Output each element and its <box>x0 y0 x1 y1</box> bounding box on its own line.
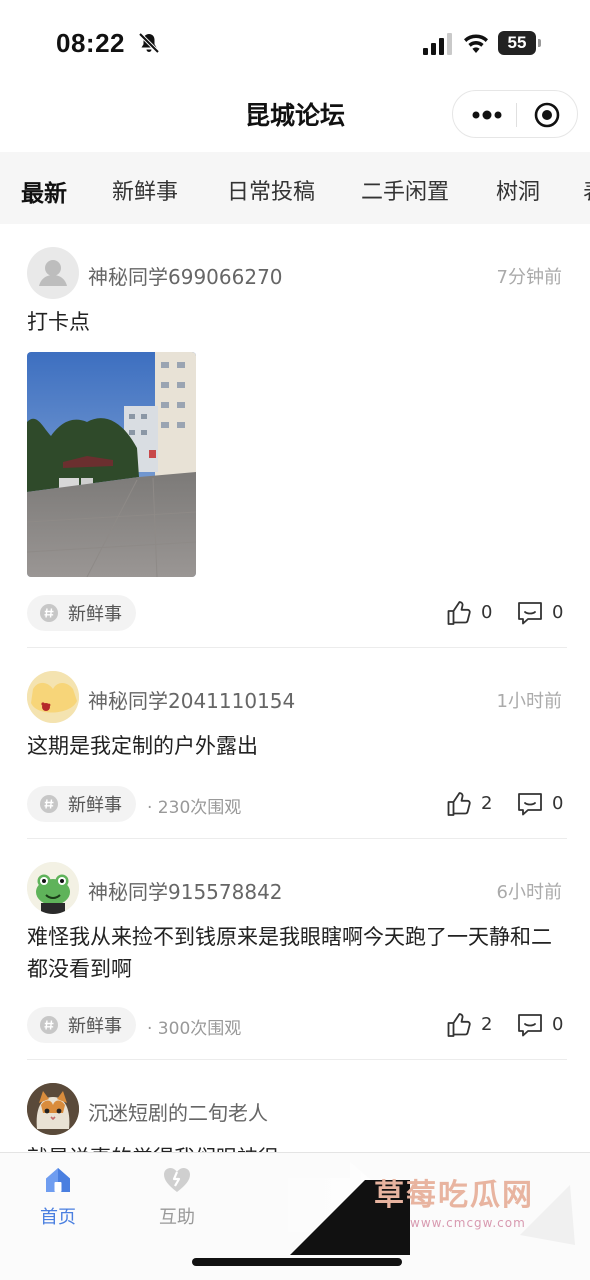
like-count: 2 <box>481 793 493 814</box>
watermark: 草莓吃瓜网 www.cmcgw.com <box>270 1150 590 1265</box>
hashtag-icon <box>40 1016 58 1034</box>
avatar[interactable] <box>27 1083 79 1135</box>
street-photo <box>27 352 196 577</box>
mini-program-capsule <box>452 90 578 138</box>
battery-level: 55 <box>498 31 536 55</box>
tab-latest[interactable]: 最新 <box>21 174 67 208</box>
watermark-title: 草莓吃瓜网 <box>374 1178 534 1213</box>
tab-news[interactable]: 新鲜事 <box>112 174 178 206</box>
post-item[interactable]: 神秘同学699066270 7分钟前 打卡点 新鲜事 0 0 <box>0 224 590 648</box>
tabbar-help-label: 互助 <box>159 1207 195 1228</box>
tab-treehole[interactable]: 树洞 <box>496 174 540 206</box>
post-feed: 神秘同学699066270 7分钟前 打卡点 新鲜事 0 0 神秘同学20411… <box>0 224 590 1154</box>
capsule-divider <box>516 103 517 127</box>
tab-more[interactable]: 表 <box>583 174 590 206</box>
post-content[interactable]: 这期是我定制的户外露出 <box>27 730 567 762</box>
topic-tag-label: 新鲜事 <box>68 1016 122 1037</box>
watermark-url: www.cmcgw.com <box>410 1216 526 1230</box>
topic-tag[interactable]: 新鲜事 <box>27 786 136 822</box>
topic-tag-label: 新鲜事 <box>68 795 122 816</box>
avatar[interactable] <box>27 862 79 914</box>
wifi-icon <box>464 34 488 53</box>
author-name[interactable]: 神秘同学2041110154 <box>88 685 295 714</box>
help-heart-icon <box>164 1168 190 1192</box>
tab-second-hand[interactable]: 二手闲置 <box>361 174 449 206</box>
comment-icon[interactable] <box>517 792 543 816</box>
comment-count: 0 <box>552 1014 564 1035</box>
more-dots-icon[interactable] <box>467 103 507 127</box>
post-content[interactable]: 难怪我从来捡不到钱原来是我眼瞎啊今天跑了一天静和二都没看到啊 <box>27 921 567 985</box>
thumbs-up-icon[interactable] <box>446 791 472 817</box>
tab-daily-post[interactable]: 日常投稿 <box>227 174 315 206</box>
comment-count: 0 <box>552 602 564 623</box>
like-count: 0 <box>481 602 493 623</box>
comment-icon[interactable] <box>517 1013 543 1037</box>
author-name[interactable]: 神秘同学699066270 <box>88 261 283 290</box>
thumbs-up-icon[interactable] <box>446 1012 472 1038</box>
like-count: 2 <box>481 1014 493 1035</box>
post-item[interactable]: 神秘同学2041110154 1小时前 这期是我定制的户外露出 新鲜事 · 23… <box>0 648 590 839</box>
comment-icon[interactable] <box>517 601 543 625</box>
post-time: 7分钟前 <box>496 267 562 288</box>
hashtag-icon <box>40 795 58 813</box>
post-time: 1小时前 <box>496 691 562 712</box>
tabbar-home[interactable]: 首页 <box>13 1161 103 1231</box>
default-user-icon <box>39 260 67 286</box>
hashtag-icon <box>40 604 58 622</box>
close-target-icon[interactable] <box>533 101 561 129</box>
avatar[interactable] <box>27 671 79 723</box>
author-name[interactable]: 神秘同学915578842 <box>88 876 283 905</box>
tabbar-help[interactable]: 互助 <box>132 1161 222 1231</box>
home-indicator <box>192 1258 402 1266</box>
bell-muted-icon <box>138 32 160 54</box>
category-tabs: 最新 新鲜事 日常投稿 二手闲置 树洞 表 <box>0 152 590 224</box>
topic-tag[interactable]: 新鲜事 <box>27 595 136 631</box>
home-icon <box>46 1168 70 1192</box>
post-content[interactable]: 打卡点 <box>27 306 567 338</box>
thumbs-up-icon[interactable] <box>446 600 472 626</box>
status-time: 08:22 <box>56 28 125 58</box>
avatar[interactable] <box>27 247 79 299</box>
signal-icon <box>423 33 452 55</box>
battery-icon: 55 <box>498 31 542 55</box>
cat-avatar-image <box>27 1083 79 1135</box>
author-name[interactable]: 沉迷短剧的二旬老人 <box>88 1097 268 1126</box>
view-count: · 230次围观 <box>147 798 242 818</box>
post-item[interactable]: 神秘同学915578842 6小时前 难怪我从来捡不到钱原来是我眼瞎啊今天跑了一… <box>0 839 590 1060</box>
nav-bar: 昆城论坛 <box>0 84 590 150</box>
post-time: 6小时前 <box>496 882 562 903</box>
post-item[interactable]: 沉迷短剧的二旬老人 就是说事的觉得我们眼神很 <box>0 1060 590 1154</box>
post-image[interactable] <box>27 352 196 577</box>
topic-tag[interactable]: 新鲜事 <box>27 1007 136 1043</box>
topic-tag-label: 新鲜事 <box>68 604 122 625</box>
tabbar-home-label: 首页 <box>40 1207 76 1228</box>
view-count: · 300次围观 <box>147 1019 242 1039</box>
comment-count: 0 <box>552 793 564 814</box>
avatar-image <box>27 671 79 723</box>
status-bar: 08:22 55 <box>0 0 590 84</box>
battery-tip <box>538 39 541 47</box>
frog-avatar-image <box>27 862 79 914</box>
